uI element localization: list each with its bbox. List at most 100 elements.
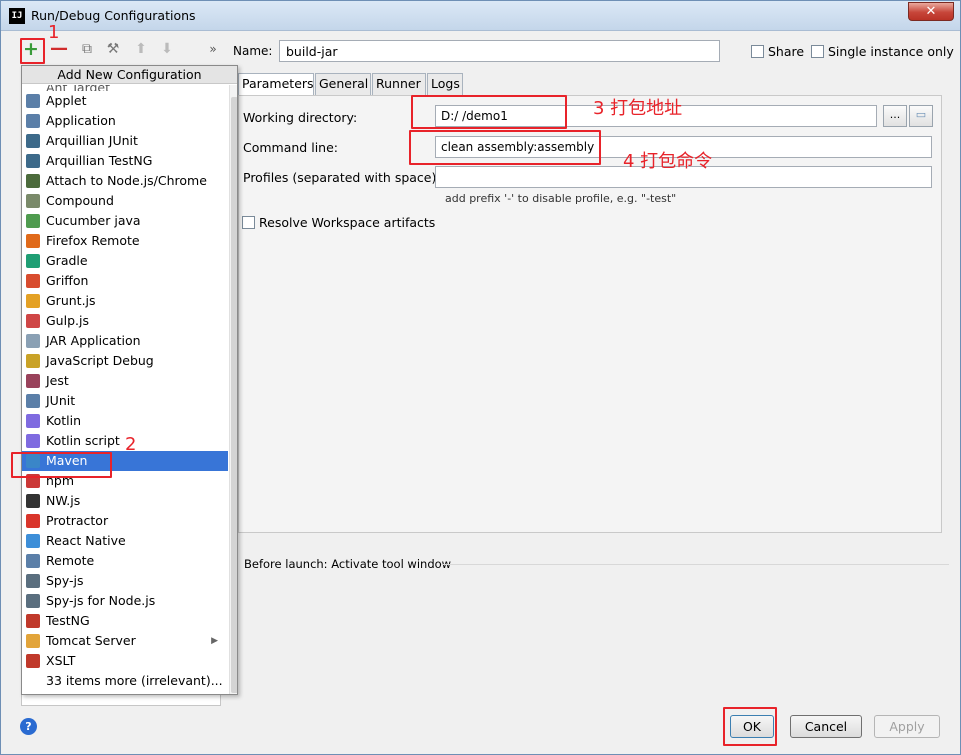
list-item-label: Kotlin xyxy=(46,413,81,428)
highlight-command-line xyxy=(409,130,601,165)
run-debug-dialog: IJ Run/Debug Configurations ✕ + — ⧉ ⚒ ⬆ … xyxy=(0,0,961,755)
list-item-compound[interactable]: Compound xyxy=(22,191,228,211)
kotlin-icon xyxy=(26,414,40,428)
annotation-1: 1 xyxy=(48,22,60,43)
intellij-icon: IJ xyxy=(9,8,25,24)
list-item-react-native[interactable]: React Native xyxy=(22,531,228,551)
list-item-label: Kotlin script xyxy=(46,433,120,448)
name-field[interactable] xyxy=(279,40,720,62)
list-item-label: Remote xyxy=(46,553,95,568)
gulp-icon xyxy=(26,314,40,328)
share-checkbox[interactable] xyxy=(751,45,764,58)
resolve-workspace-option[interactable]: Resolve Workspace artifacts xyxy=(242,215,435,230)
browse-button[interactable]: ... xyxy=(883,105,907,127)
highlight-working-directory xyxy=(411,95,567,129)
spyjs-icon xyxy=(26,594,40,608)
nwjs-icon xyxy=(26,494,40,508)
remote-icon xyxy=(26,554,40,568)
spyjs-icon xyxy=(26,574,40,588)
command-line-label: Command line: xyxy=(243,140,338,155)
working-directory-label: Working directory: xyxy=(243,110,358,125)
gradle-icon xyxy=(26,254,40,268)
highlight-maven xyxy=(11,452,112,478)
add-configuration-popup: Add New Configuration Ant Target AppletA… xyxy=(21,65,238,695)
list-item-label: Jest xyxy=(46,373,69,388)
list-item-33-items-more-irrelevant[interactable]: 33 items more (irrelevant)... xyxy=(22,671,228,691)
griffon-icon xyxy=(26,274,40,288)
list-item-label: JavaScript Debug xyxy=(46,353,154,368)
list-item-jar-application[interactable]: JAR Application xyxy=(22,331,228,351)
tab-parameters[interactable]: Parameters xyxy=(238,73,314,95)
list-item-label: Protractor xyxy=(46,513,109,528)
profiles-label: Profiles (separated with space): xyxy=(243,170,441,185)
list-item-griffon[interactable]: Griffon xyxy=(22,271,228,291)
list-item-application[interactable]: Application xyxy=(22,111,228,131)
list-item-label: Firefox Remote xyxy=(46,233,140,248)
list-item-gradle[interactable]: Gradle xyxy=(22,251,228,271)
move-up-button[interactable]: ⬆ xyxy=(131,39,151,59)
list-item-spy-js-for-node-js[interactable]: Spy-js for Node.js xyxy=(22,591,228,611)
tab-logs[interactable]: Logs xyxy=(427,73,463,95)
applet-icon xyxy=(26,94,40,108)
jar-icon xyxy=(26,334,40,348)
popup-scrollbar[interactable] xyxy=(229,85,237,694)
list-item-label: Compound xyxy=(46,193,114,208)
submenu-arrow-icon: ▶ xyxy=(211,636,218,646)
list-item-tomcat-server[interactable]: Tomcat Server ▶ xyxy=(22,631,228,651)
single-instance-checkbox[interactable] xyxy=(811,45,824,58)
list-item-kotlin[interactable]: Kotlin xyxy=(22,411,228,431)
list-item-label: Griffon xyxy=(46,273,89,288)
edit-defaults-button[interactable]: ⚒ xyxy=(103,39,123,59)
before-launch-label[interactable]: Before launch: Activate tool window xyxy=(244,557,451,571)
react-icon xyxy=(26,534,40,548)
js-debug-icon xyxy=(26,354,40,368)
share-option[interactable]: Share xyxy=(751,44,804,59)
folder-icon[interactable]: ▭ xyxy=(909,105,933,127)
list-item-label: Grunt.js xyxy=(46,293,96,308)
scroll-thumb[interactable] xyxy=(231,97,237,693)
single-instance-option[interactable]: Single instance only xyxy=(811,44,954,59)
list-item-protractor[interactable]: Protractor xyxy=(22,511,228,531)
list-item-arquillian-testng[interactable]: Arquillian TestNG xyxy=(22,151,228,171)
list-item-attach-to-node-js-chrome[interactable]: Attach to Node.js/Chrome xyxy=(22,171,228,191)
list-item-jest[interactable]: Jest xyxy=(22,371,228,391)
before-launch-divider xyxy=(441,564,949,565)
list-item-label: Spy-js for Node.js xyxy=(46,593,156,608)
list-item-arquillian-junit[interactable]: Arquillian JUnit xyxy=(22,131,228,151)
copy-configuration-button[interactable]: ⧉ xyxy=(77,39,97,59)
jest-icon xyxy=(26,374,40,388)
close-button[interactable]: ✕ xyxy=(908,2,954,21)
list-item-remote[interactable]: Remote xyxy=(22,551,228,571)
list-item-nw-js[interactable]: NW.js xyxy=(22,491,228,511)
tab-runner[interactable]: Runner xyxy=(372,73,426,95)
apply-button[interactable]: Apply xyxy=(874,715,940,738)
list-item-gulp-js[interactable]: Gulp.js xyxy=(22,311,228,331)
list-item-label: Applet xyxy=(46,93,87,108)
list-item-applet[interactable]: Applet xyxy=(22,91,228,111)
resolve-workspace-checkbox[interactable] xyxy=(242,216,255,229)
arquillian-icon xyxy=(26,134,40,148)
list-item-cucumber-java[interactable]: Cucumber java xyxy=(22,211,228,231)
cancel-button[interactable]: Cancel xyxy=(790,715,862,738)
single-instance-label: Single instance only xyxy=(828,44,954,59)
testng-icon xyxy=(26,614,40,628)
tab-general[interactable]: General xyxy=(315,73,371,95)
move-down-button[interactable]: ⬇ xyxy=(157,39,177,59)
list-item-spy-js[interactable]: Spy-js xyxy=(22,571,228,591)
help-icon[interactable]: ? xyxy=(20,718,37,735)
list-item-javascript-debug[interactable]: JavaScript Debug xyxy=(22,351,228,371)
list-item-label: Spy-js xyxy=(46,573,84,588)
junit-icon xyxy=(26,394,40,408)
list-item-label: Cucumber java xyxy=(46,213,141,228)
more-actions-icon[interactable]: » xyxy=(203,39,223,59)
grunt-icon xyxy=(26,294,40,308)
list-item-junit[interactable]: JUnit xyxy=(22,391,228,411)
list-item-firefox-remote[interactable]: Firefox Remote xyxy=(22,231,228,251)
list-item-testng[interactable]: TestNG xyxy=(22,611,228,631)
list-item-label: TestNG xyxy=(46,613,90,628)
arquillian-icon xyxy=(26,154,40,168)
list-item-xslt[interactable]: XSLT xyxy=(22,651,228,671)
list-item-label: 33 items more (irrelevant)... xyxy=(46,673,223,688)
compound-icon xyxy=(26,194,40,208)
list-item-grunt-js[interactable]: Grunt.js xyxy=(22,291,228,311)
